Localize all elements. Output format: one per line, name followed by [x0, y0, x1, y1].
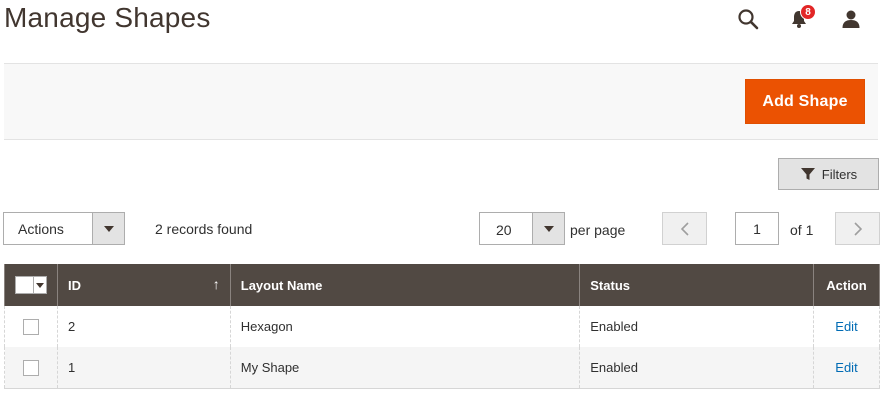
next-page-button[interactable] — [835, 212, 880, 245]
add-shape-button[interactable]: Add Shape — [745, 79, 865, 124]
actions-label: Actions — [18, 221, 64, 237]
grid-header-row: ID ↑ Layout Name Status Action — [4, 264, 881, 306]
cell-layout-name: Hexagon — [229, 306, 581, 347]
edit-link[interactable]: Edit — [835, 360, 857, 375]
user-icon — [842, 10, 860, 28]
per-page-value: 20 — [496, 222, 512, 238]
per-page-dropdown[interactable]: 20 — [479, 212, 565, 245]
row-checkbox[interactable] — [23, 318, 39, 335]
account-button[interactable] — [838, 6, 864, 32]
filters-button[interactable]: Filters — [778, 158, 879, 190]
page-actions-bar: Add Shape — [4, 63, 878, 140]
per-page-label: per page — [570, 222, 626, 238]
cell-id: 2 — [57, 306, 231, 347]
search-button[interactable] — [735, 6, 761, 32]
chevron-down-icon — [36, 282, 44, 288]
column-header-layout-name[interactable]: Layout Name — [229, 264, 581, 306]
page-number-input[interactable] — [735, 212, 779, 245]
page-of-label: of 1 — [790, 222, 814, 238]
sort-ascending-icon: ↑ — [212, 276, 220, 292]
cell-status: Enabled — [579, 306, 814, 347]
notifications-badge: 8 — [800, 4, 816, 20]
chevron-right-icon — [853, 221, 862, 236]
page-title: Manage Shapes — [4, 2, 211, 33]
cell-layout-name: My Shape — [229, 347, 581, 389]
table-row: 1 My Shape Enabled Edit — [4, 347, 881, 389]
column-header-status[interactable]: Status — [579, 264, 814, 306]
chevron-down-icon — [92, 213, 124, 244]
row-checkbox[interactable] — [23, 359, 39, 376]
records-found: 2 records found — [155, 221, 253, 237]
search-icon — [738, 9, 759, 30]
edit-link[interactable]: Edit — [835, 319, 857, 334]
filters-label: Filters — [821, 166, 858, 182]
chevron-left-icon — [680, 221, 689, 236]
previous-page-button[interactable] — [662, 212, 707, 245]
cell-status: Enabled — [579, 347, 814, 389]
table-row: 2 Hexagon Enabled Edit — [4, 306, 881, 347]
column-header-action: Action — [812, 264, 881, 306]
cell-id: 1 — [57, 347, 231, 389]
shapes-grid: ID ↑ Layout Name Status Action 2 Hexagon… — [4, 264, 881, 389]
mass-select-checkbox[interactable] — [15, 276, 47, 294]
column-header-id[interactable]: ID ↑ — [57, 264, 231, 306]
mass-select-header — [4, 264, 58, 306]
mass-actions-dropdown[interactable]: Actions — [3, 212, 125, 245]
chevron-down-icon — [532, 213, 564, 244]
notifications-button[interactable]: 8 — [786, 4, 816, 32]
filter-icon — [800, 168, 815, 180]
